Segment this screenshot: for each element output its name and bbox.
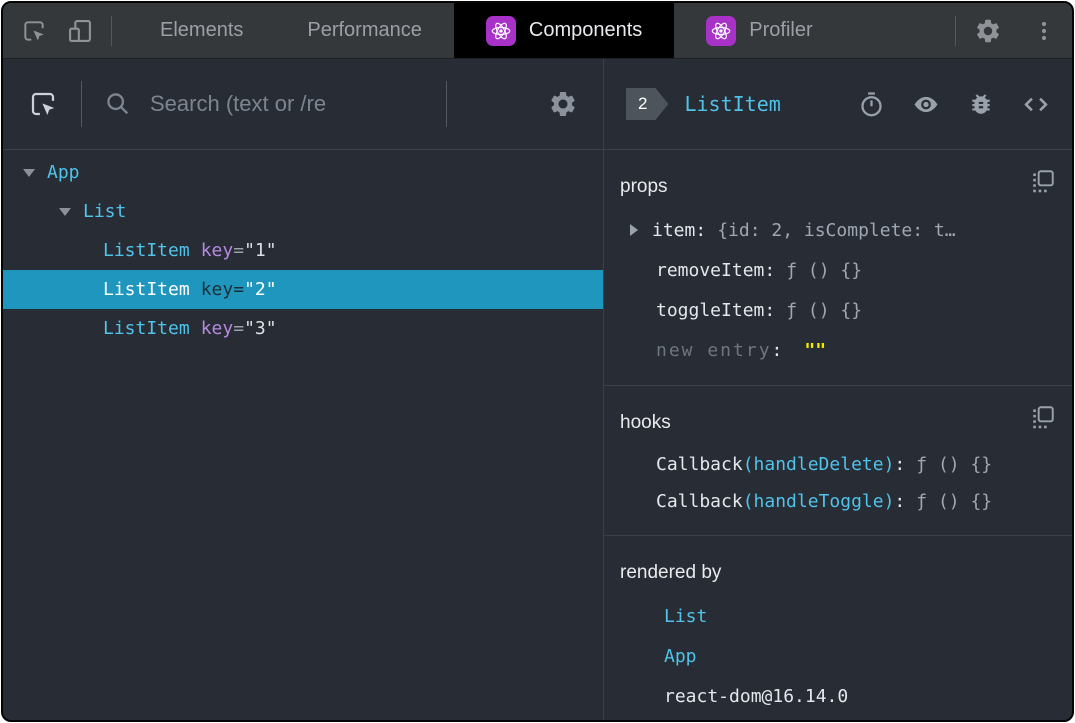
component-tree: App List ListItem key="1" ListItem key="… xyxy=(3,150,603,720)
tab-performance[interactable]: Performance xyxy=(275,3,454,58)
tree-row-listitem-1[interactable]: ListItem key="1" xyxy=(3,231,603,270)
log-bug-icon[interactable] xyxy=(967,90,995,118)
toolbar-divider xyxy=(81,81,82,127)
owner-link-list[interactable]: List xyxy=(664,606,707,627)
hook-name: (handleToggle) xyxy=(742,491,895,512)
owner-row[interactable]: App xyxy=(620,636,1054,676)
new-entry-colon: : xyxy=(771,339,783,361)
component-name: List xyxy=(83,201,127,222)
hooks-section-title: hooks xyxy=(620,412,671,433)
search-icon xyxy=(104,90,132,118)
owner-row: react-dom@16.14.0 xyxy=(620,676,1054,716)
settings-gear-icon[interactable] xyxy=(970,13,1006,49)
view-settings-gear-icon[interactable] xyxy=(547,88,579,120)
hook-colon: : xyxy=(894,491,906,512)
chevron-down-icon[interactable] xyxy=(59,207,71,216)
component-name: ListItem xyxy=(103,318,190,339)
device-toolbar-icon[interactable] xyxy=(65,16,95,46)
new-entry-label[interactable]: new entry xyxy=(656,340,772,361)
hooks-list: Callback (handleDelete): ƒ () {} Callback… xyxy=(620,446,1054,520)
suspend-timer-icon[interactable] xyxy=(857,90,885,118)
prop-row-new-entry[interactable]: new entry: "" xyxy=(620,330,1054,370)
props-section: props item: {id: 2, isComplete: t… remov… xyxy=(604,150,1072,386)
toolbar-divider xyxy=(955,15,956,46)
tab-elements[interactable]: Elements xyxy=(128,3,275,58)
tree-toolbar xyxy=(3,59,603,150)
react-logo-icon xyxy=(485,15,516,46)
tab-profiler-label: Profiler xyxy=(749,19,813,41)
prop-row-item[interactable]: item: {id: 2, isComplete: t… xyxy=(620,210,1054,250)
tree-row-listitem-2-selected[interactable]: ListItem key="2" xyxy=(3,270,603,309)
component-name: ListItem xyxy=(103,240,190,261)
copy-hooks-icon[interactable] xyxy=(1030,404,1056,430)
tree-row-app[interactable]: App xyxy=(3,153,603,192)
tab-components-label: Components xyxy=(528,19,643,41)
hook-type: Callback xyxy=(656,454,743,475)
search-input[interactable] xyxy=(150,91,438,117)
selected-component-title: ListItem xyxy=(684,92,781,116)
tab-performance-label: Performance xyxy=(307,19,422,41)
prop-name: removeItem: xyxy=(656,259,776,281)
toolbar-divider xyxy=(111,15,112,46)
inspector-panel: 2 ListItem props item: {id: 2, isComplet… xyxy=(604,59,1072,720)
new-entry-value-input[interactable]: "" xyxy=(804,340,826,361)
tab-elements-label: Elements xyxy=(160,19,244,41)
rendered-by-section: rendered by List App react-dom@16.14.0 xyxy=(604,536,1072,720)
hook-row-handledelete[interactable]: Callback (handleDelete): ƒ () {} xyxy=(620,446,1054,483)
chevron-right-icon[interactable] xyxy=(630,224,638,236)
rendered-by-list: List App react-dom@16.14.0 xyxy=(620,596,1054,716)
hook-colon: : xyxy=(894,454,906,475)
hooks-section: hooks Callback (handleDelete): ƒ () {} C… xyxy=(604,386,1072,536)
overflow-menu-icon[interactable] xyxy=(1026,13,1062,49)
prop-value: ƒ () {} xyxy=(786,299,863,321)
hook-name: (handleDelete) xyxy=(742,454,895,475)
copy-props-icon[interactable] xyxy=(1030,168,1056,194)
key-attribute: key="1" xyxy=(200,240,277,261)
pick-component-icon[interactable] xyxy=(27,88,59,120)
component-name: ListItem xyxy=(103,279,190,300)
owners-index-badge[interactable]: 2 xyxy=(626,88,668,120)
renderer-version: react-dom@16.14.0 xyxy=(664,685,849,707)
view-source-code-icon[interactable] xyxy=(1022,90,1050,118)
inspector-actions xyxy=(857,90,1050,118)
prop-value: ƒ () {} xyxy=(786,259,863,281)
components-panel: App List ListItem key="1" ListItem key="… xyxy=(3,59,1072,720)
component-name: App xyxy=(47,162,80,183)
key-attribute: key="3" xyxy=(200,318,277,339)
tab-profiler[interactable]: Profiler xyxy=(674,3,844,58)
props-list: item: {id: 2, isComplete: t… removeItem:… xyxy=(620,210,1054,370)
hook-value: ƒ () {} xyxy=(916,454,993,475)
hook-row-handletoggle[interactable]: Callback (handleToggle): ƒ () {} xyxy=(620,483,1054,520)
prop-row-removeitem[interactable]: removeItem: ƒ () {} xyxy=(620,250,1054,290)
react-logo-icon xyxy=(706,15,737,46)
prop-name: toggleItem: xyxy=(656,299,776,321)
inspector-header: 2 ListItem xyxy=(604,59,1072,150)
tree-row-list[interactable]: List xyxy=(3,192,603,231)
toolbar-left xyxy=(3,3,128,58)
tree-panel: App List ListItem key="1" ListItem key="… xyxy=(3,59,604,720)
tab-components[interactable]: Components xyxy=(453,3,675,58)
chevron-down-icon[interactable] xyxy=(23,168,35,177)
prop-value: {id: 2, isComplete: t… xyxy=(717,219,956,241)
rendered-by-title: rendered by xyxy=(620,562,722,583)
prop-row-toggleitem[interactable]: toggleItem: ƒ () {} xyxy=(620,290,1054,330)
hook-value: ƒ () {} xyxy=(916,491,993,512)
hook-type: Callback xyxy=(656,491,743,512)
toolbar-divider xyxy=(446,81,447,127)
inspect-element-icon[interactable] xyxy=(19,16,49,46)
prop-name: item: xyxy=(652,219,707,241)
inspect-dom-eye-icon[interactable] xyxy=(912,90,940,118)
owner-link-app[interactable]: App xyxy=(664,646,697,667)
toolbar-right xyxy=(941,3,1072,58)
owner-row[interactable]: List xyxy=(620,596,1054,636)
devtools-window: Elements Performance Components Profiler… xyxy=(1,1,1074,722)
key-attribute: key="2" xyxy=(200,279,277,300)
props-section-title: props xyxy=(620,176,668,197)
devtools-toolbar: Elements Performance Components Profiler xyxy=(3,3,1072,59)
tree-row-listitem-3[interactable]: ListItem key="3" xyxy=(3,309,603,348)
